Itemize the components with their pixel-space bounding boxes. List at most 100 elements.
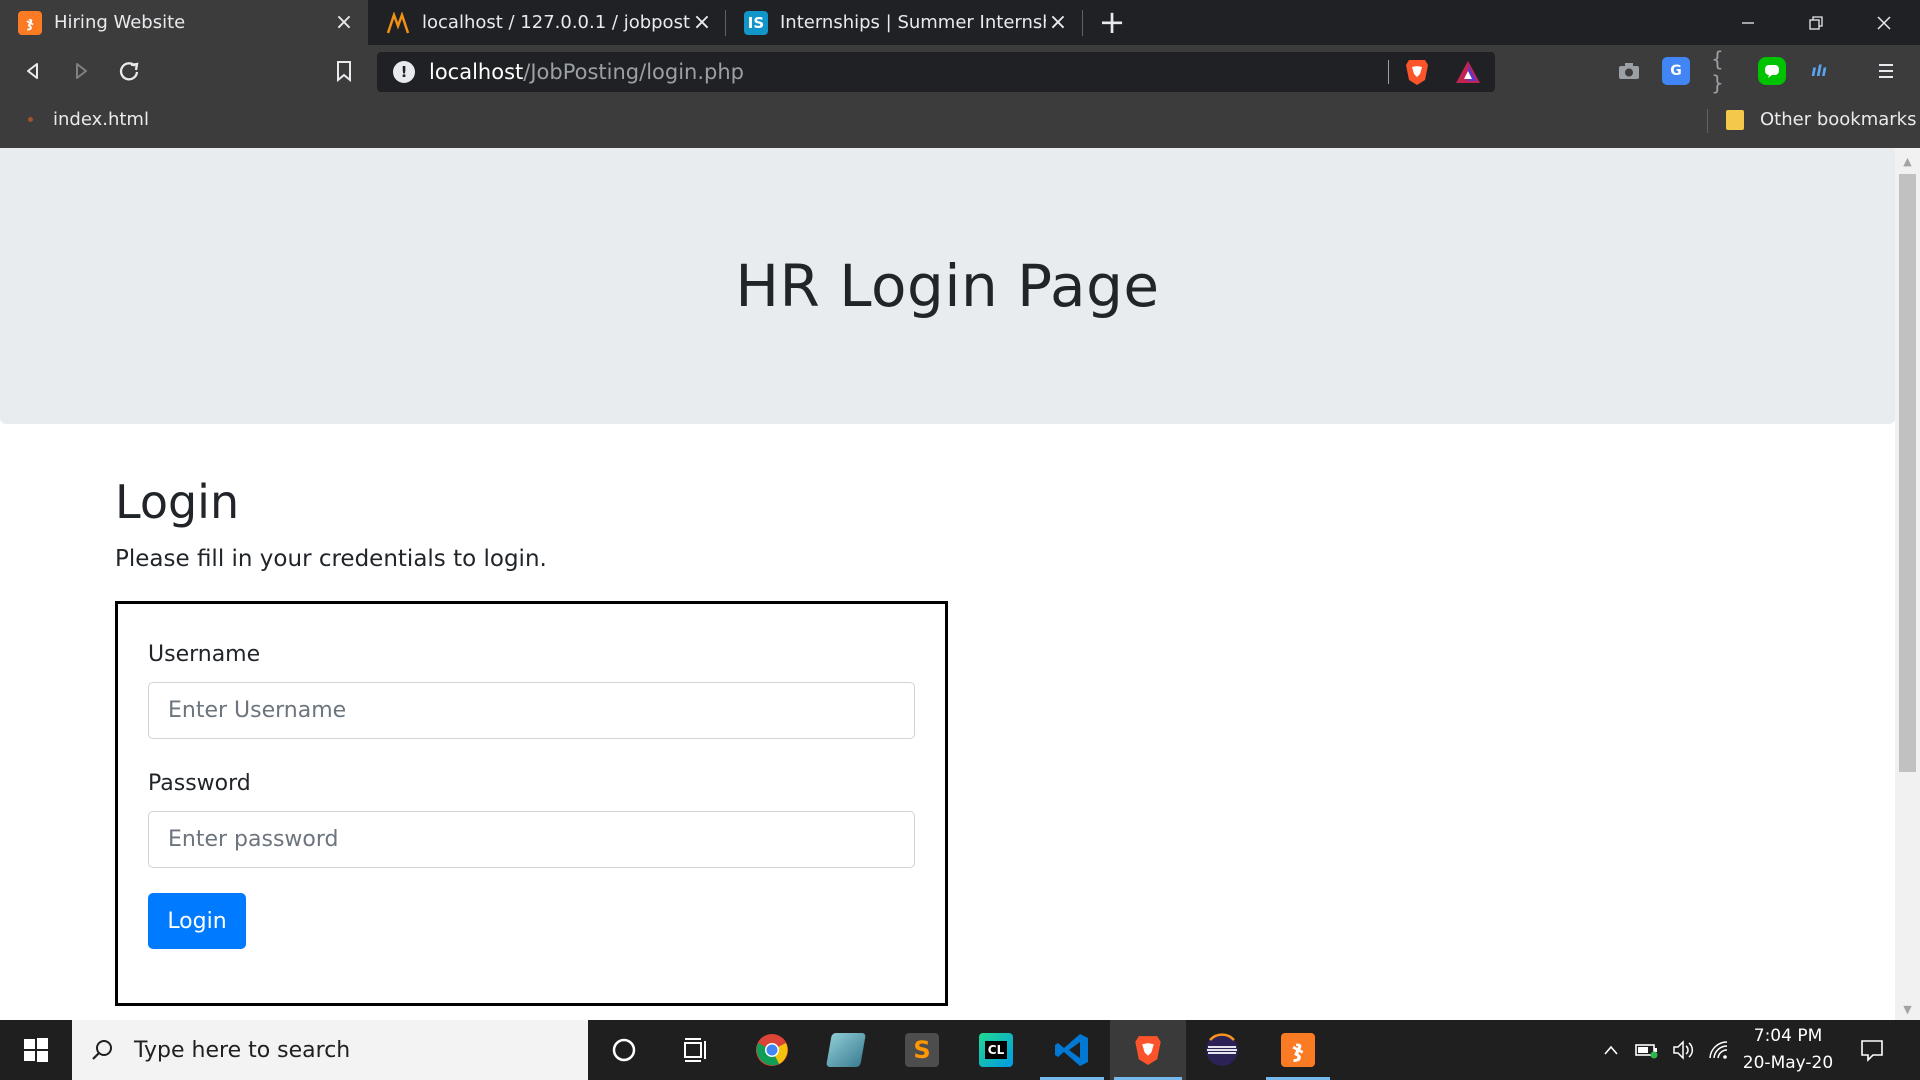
task-view-icon: [684, 1038, 706, 1062]
taskbar-search-box[interactable]: Type here to search: [72, 1020, 588, 1080]
brave-rewards-icon[interactable]: [1454, 59, 1482, 85]
internshala-icon: IS: [744, 10, 768, 35]
close-icon[interactable]: ×: [690, 10, 714, 35]
clock-date: 20-May-20: [1742, 1053, 1834, 1073]
clion-icon: CL: [979, 1033, 1013, 1067]
hamburger-menu-icon: [1879, 64, 1893, 78]
xampp-icon: ჯ: [1281, 1033, 1315, 1067]
chat-extension-icon[interactable]: [1758, 57, 1786, 85]
bookmark-icon: [337, 61, 351, 82]
bookmark-index-html[interactable]: index.html: [28, 97, 149, 142]
menu-button[interactable]: [1868, 53, 1904, 89]
speaker-icon: [1673, 1040, 1694, 1060]
browser-toolbar: ! localhost/JobPosting/login.php G { } ı…: [0, 45, 1920, 97]
page-scrollbar[interactable]: ▲ ▼: [1895, 148, 1920, 1020]
banner-title: HR Login Page: [735, 252, 1160, 320]
vscode-taskbar-app[interactable]: [1036, 1020, 1108, 1080]
taskbar-clock[interactable]: 7:04 PM 20-May-20: [1733, 1020, 1843, 1080]
action-center-button[interactable]: [1850, 1020, 1894, 1080]
login-button[interactable]: Login: [148, 893, 246, 949]
tab-hiring-website[interactable]: ჯ Hiring Website ×: [0, 0, 368, 45]
clion-taskbar-app[interactable]: CL: [960, 1020, 1032, 1080]
username-input[interactable]: [148, 682, 915, 739]
username-label: Username: [148, 642, 261, 667]
login-subtitle: Please fill in your credentials to login…: [115, 546, 547, 572]
tab-phpmyadmin[interactable]: localhost / 127.0.0.1 / jobposting | ×: [368, 0, 726, 45]
password-label: Password: [148, 771, 251, 796]
chevron-up-icon: [1604, 1045, 1618, 1055]
other-bookmarks[interactable]: Other bookmarks: [1726, 97, 1916, 142]
bookmark-label: index.html: [53, 109, 149, 130]
chrome-icon: [756, 1034, 788, 1066]
windows-taskbar: Type here to search S CL ჯ 7:04 PM 20-Ma…: [0, 1020, 1920, 1080]
clock-time: 7:04 PM: [1753, 1026, 1823, 1046]
back-arrow-icon: [27, 63, 38, 79]
search-placeholder: Type here to search: [134, 1037, 351, 1063]
notes-taskbar-app[interactable]: [810, 1020, 882, 1080]
tab-title: Hiring Website: [54, 12, 186, 33]
omnibox-divider: [1388, 60, 1389, 84]
new-tab-button[interactable]: +: [1095, 3, 1129, 41]
battery-status[interactable]: [1630, 1020, 1664, 1080]
search-icon: [92, 1040, 112, 1060]
close-icon[interactable]: ×: [1046, 10, 1070, 35]
bookmarks-bar: index.html Other bookmarks: [0, 97, 1920, 148]
cortana-icon: [612, 1038, 636, 1062]
page-viewport: HR Login Page Login Please fill in your …: [0, 148, 1895, 1020]
eclipse-taskbar-app[interactable]: [1186, 1020, 1258, 1080]
notification-icon: [1861, 1040, 1883, 1062]
page-favicon-icon: [28, 117, 33, 122]
tab-divider: [1082, 10, 1083, 36]
url-path: /JobPosting/login.php: [523, 60, 745, 84]
close-icon[interactable]: ×: [332, 10, 356, 35]
site-info-icon[interactable]: !: [393, 61, 415, 83]
bookmarks-divider: [1707, 109, 1708, 133]
google-translate-icon[interactable]: G: [1662, 57, 1690, 85]
brave-shields-icon[interactable]: [1404, 58, 1430, 86]
sublime-text-icon: S: [905, 1033, 939, 1067]
notepad-icon: [826, 1033, 866, 1067]
bookmark-button[interactable]: [326, 53, 362, 89]
brave-browser-icon: [1135, 1036, 1161, 1065]
url-host: localhost: [429, 60, 524, 84]
volume-control[interactable]: [1666, 1020, 1700, 1080]
battery-charging-icon: [1635, 1044, 1658, 1059]
eclipse-icon: [1206, 1033, 1238, 1066]
forward-button[interactable]: [63, 53, 99, 89]
cortana-button[interactable]: [588, 1020, 660, 1080]
tab-internshala[interactable]: IS Internships | Summer Internship 20 ×: [726, 0, 1082, 45]
tab-title: Internships | Summer Internship 20: [780, 12, 1046, 33]
scroll-down-arrow-icon[interactable]: ▼: [1895, 998, 1920, 1020]
address-bar[interactable]: ! localhost/JobPosting/login.php: [377, 52, 1495, 92]
xampp-taskbar-app[interactable]: ჯ: [1262, 1020, 1334, 1080]
page-banner: HR Login Page: [0, 148, 1895, 424]
back-button[interactable]: [15, 53, 51, 89]
brave-taskbar-app[interactable]: [1110, 1020, 1186, 1080]
scrollbar-thumb[interactable]: [1899, 174, 1916, 772]
reload-button[interactable]: [111, 53, 147, 89]
sublime-taskbar-app[interactable]: S: [886, 1020, 958, 1080]
scroll-up-arrow-icon[interactable]: ▲: [1895, 150, 1920, 172]
start-button[interactable]: [0, 1020, 72, 1080]
network-status[interactable]: [1702, 1020, 1736, 1080]
login-heading: Login: [115, 475, 240, 529]
tab-title: localhost / 127.0.0.1 / jobposting |: [422, 12, 690, 33]
other-bookmarks-label: Other bookmarks: [1760, 109, 1917, 130]
folder-icon: [1726, 109, 1744, 130]
task-view-button[interactable]: [660, 1020, 732, 1080]
restore-button[interactable]: [1782, 0, 1850, 45]
minimize-button[interactable]: [1714, 0, 1782, 45]
tab-strip: ჯ Hiring Website × localhost / 127.0.0.1…: [0, 0, 1920, 45]
password-input[interactable]: [148, 811, 915, 868]
reload-icon: [119, 62, 139, 81]
login-form: Username Password Login: [115, 601, 948, 1006]
windows-logo-icon: [24, 1038, 48, 1062]
chrome-taskbar-app[interactable]: [736, 1020, 808, 1080]
json-viewer-icon[interactable]: { }: [1711, 47, 1739, 95]
camera-extension-icon[interactable]: [1615, 57, 1643, 85]
wifi-icon: [1709, 1041, 1728, 1059]
show-hidden-icons-button[interactable]: [1596, 1020, 1626, 1080]
handwriting-extension-icon[interactable]: ılı: [1805, 57, 1833, 85]
forward-arrow-icon: [76, 63, 87, 79]
close-window-button[interactable]: [1850, 0, 1918, 45]
